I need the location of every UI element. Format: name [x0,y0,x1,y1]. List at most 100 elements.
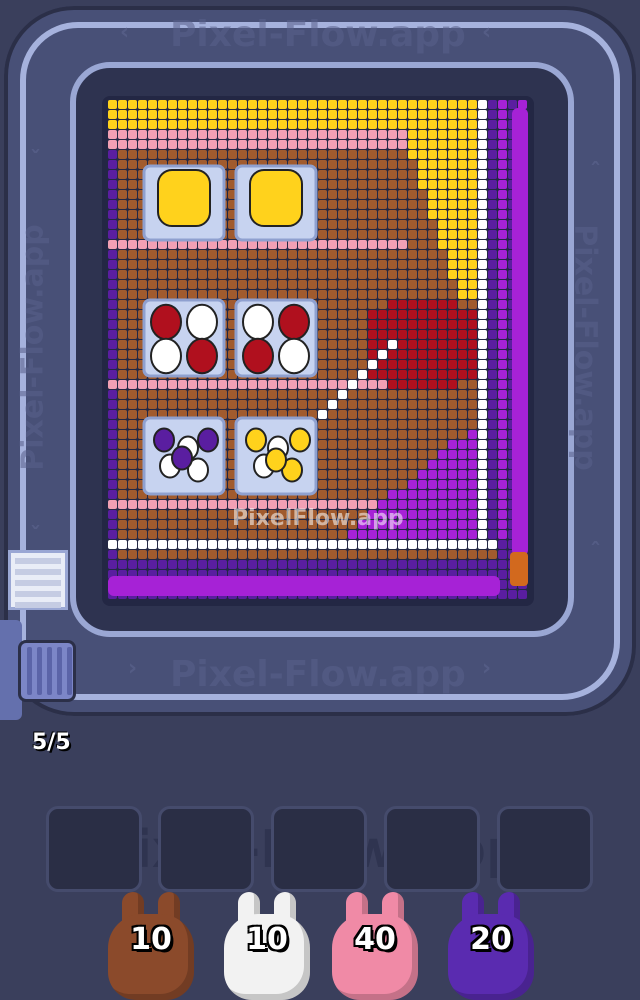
queue-slot[interactable] [158,806,254,892]
pixel [378,120,387,129]
candy[interactable] [153,427,175,453]
pixel [178,100,187,109]
pixel [218,510,227,519]
shooter-purple[interactable]: 20 [448,890,534,1000]
pixel [468,390,477,399]
pixel [428,360,437,369]
pixel [368,390,377,399]
pixel [128,260,137,269]
pixel [228,120,237,129]
candy[interactable] [265,447,287,473]
pixel [308,250,317,259]
candy[interactable] [171,445,193,471]
pixel [408,530,417,539]
queue-slot[interactable] [497,806,593,892]
pixel [438,320,447,329]
pixel [188,150,197,159]
pixel [358,210,367,219]
pixel [358,460,367,469]
white-egg[interactable] [150,337,182,375]
shooter-brown[interactable]: 10 [108,890,194,1000]
pixel [208,150,217,159]
pixel [148,250,157,259]
pixel [178,120,187,129]
pixel [328,530,337,539]
chevron-left-icon: ‹ [482,20,492,45]
pixel [468,290,477,299]
pixel [398,270,407,279]
pixel [458,350,467,359]
pixel [468,170,477,179]
pixel [258,290,267,299]
pixel [288,130,297,139]
pixel [188,530,197,539]
pixel [428,550,437,559]
pixel [268,260,277,269]
pixel [358,100,367,109]
red-egg[interactable] [150,303,182,341]
pixel [418,310,427,319]
pixel [328,440,337,449]
pixel [478,560,487,569]
red-egg[interactable] [186,337,218,375]
shooter-white[interactable]: 10 [224,890,310,1000]
pixel [268,390,277,399]
ammo-spool[interactable] [18,640,76,702]
pixel [228,380,237,389]
pixel [318,210,327,219]
pixel [358,550,367,559]
pixel [488,190,497,199]
pixel [248,550,257,559]
pixel [448,410,457,419]
pixel [338,400,347,409]
pixel [278,560,287,569]
candy[interactable] [197,427,219,453]
pixel [288,140,297,149]
pixel [218,150,227,159]
pixel [218,260,227,269]
candy[interactable] [245,427,267,453]
pixel [258,130,267,139]
pixel [378,240,387,249]
pixel [108,480,117,489]
pixel [518,590,527,599]
red-egg[interactable] [242,337,274,375]
white-egg[interactable] [242,303,274,341]
pixel [308,380,317,389]
pixel [458,550,467,559]
pixel [428,480,437,489]
pixel [488,490,497,499]
white-egg[interactable] [278,337,310,375]
queue-slot[interactable] [46,806,142,892]
pixel [478,250,487,259]
pixel [498,260,507,269]
pixel [258,540,267,549]
pixel [428,260,437,269]
pixel [268,130,277,139]
pixel [398,290,407,299]
candy[interactable] [289,427,311,453]
queue-slot[interactable] [384,806,480,892]
pixel [118,510,127,519]
queue-slot[interactable] [271,806,367,892]
white-egg[interactable] [186,303,218,341]
red-egg[interactable] [278,303,310,341]
pixel [218,270,227,279]
pixel [408,400,417,409]
pixel [278,260,287,269]
pixel [118,360,127,369]
pixel [228,390,237,399]
yellow-figurine[interactable] [249,169,303,227]
pixel [388,300,397,309]
pixel [258,120,267,129]
pixel [358,250,367,259]
pixel [438,240,447,249]
pixel [328,190,337,199]
pixel [478,210,487,219]
yellow-figurine[interactable] [157,169,211,227]
shooter-pink[interactable]: 40 [332,890,418,1000]
pixel [118,150,127,159]
pixel [108,560,117,569]
pixel [138,410,147,419]
pixel [458,380,467,389]
